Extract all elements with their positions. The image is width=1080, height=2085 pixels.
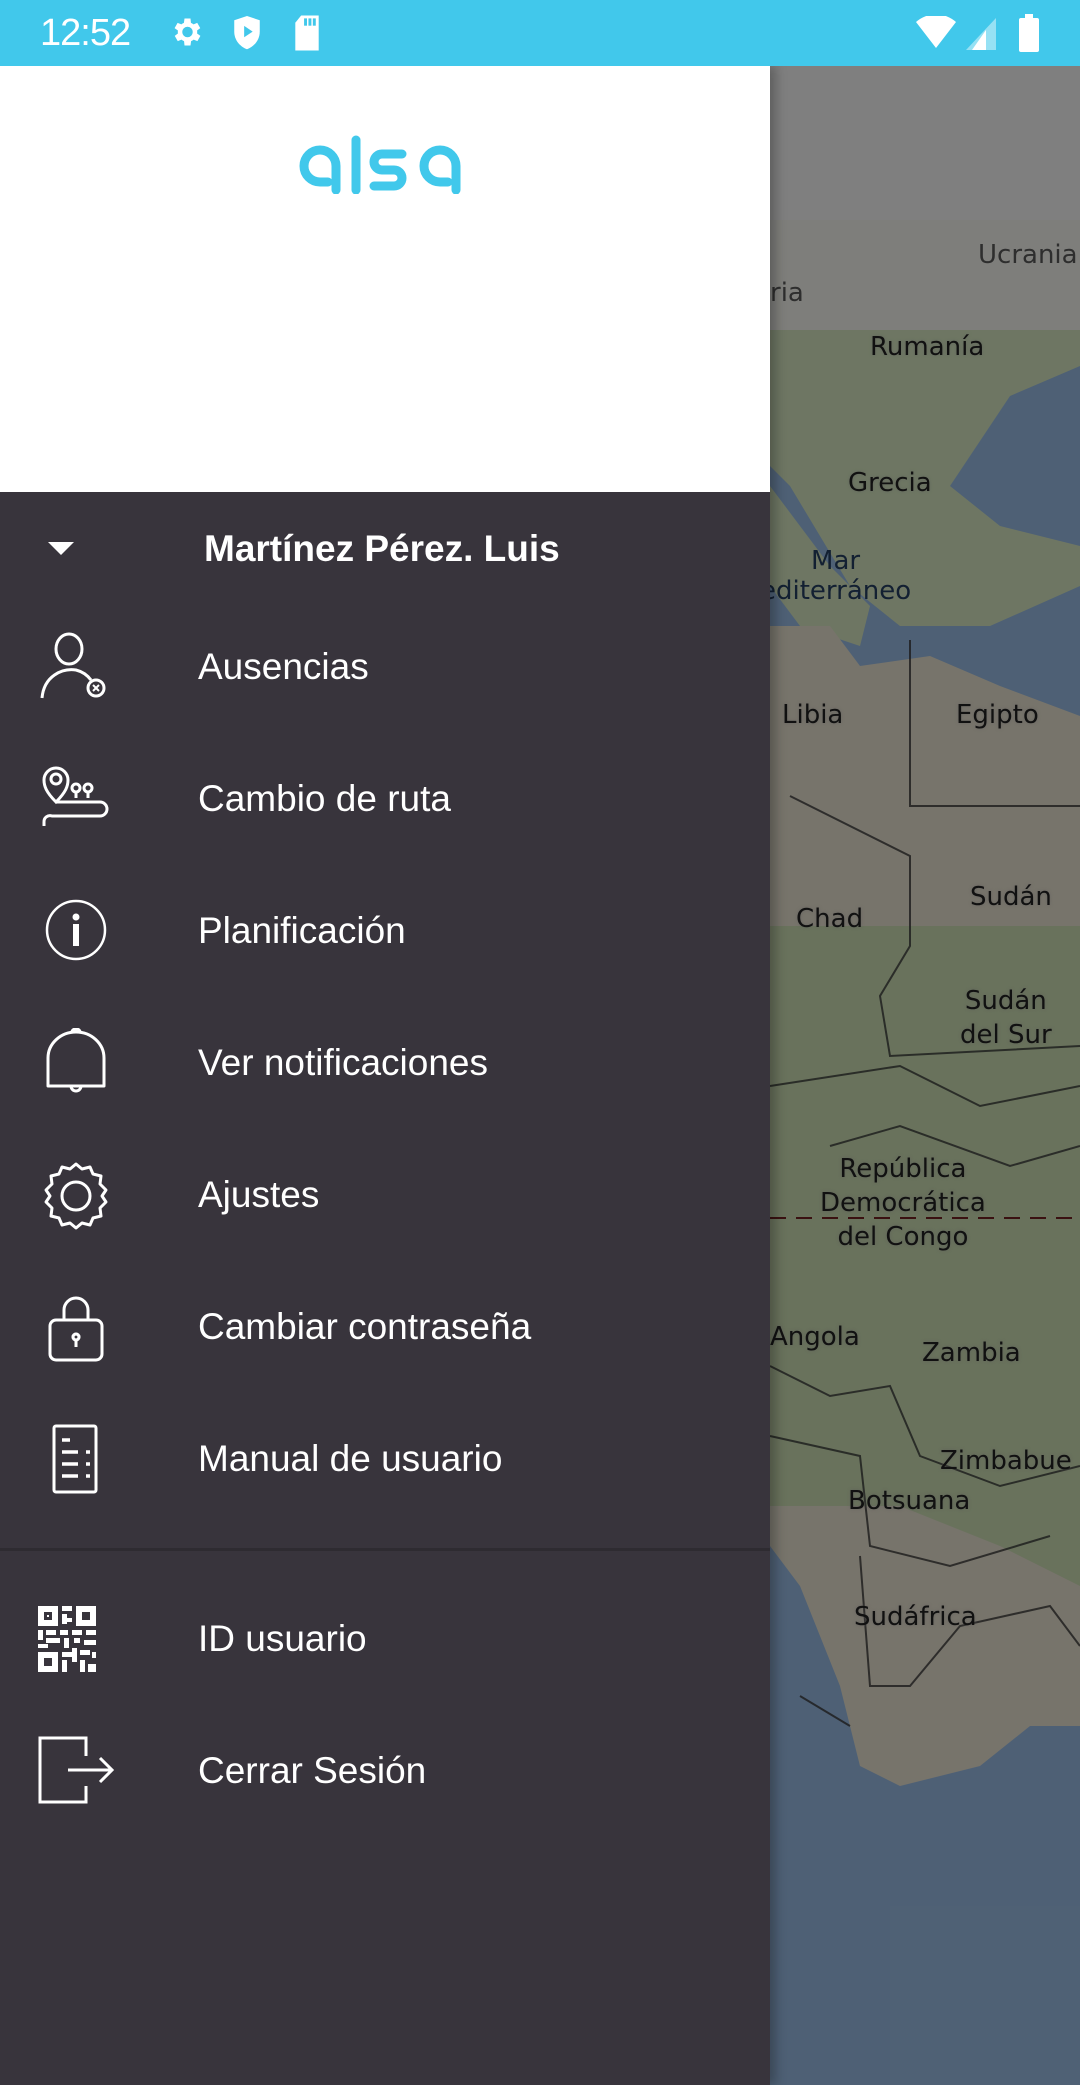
caret-down-icon[interactable]: [48, 542, 74, 555]
menu-item-label: Ausencias: [198, 646, 369, 687]
alsa-logo: [299, 135, 461, 194]
menu-divider: [0, 1548, 770, 1551]
info-icon: [38, 896, 114, 968]
menu-item-label: ID usuario: [198, 1618, 367, 1659]
menu-item-label: Planificación: [198, 910, 406, 951]
qr-code-icon: [38, 1604, 114, 1676]
settings-gear-icon: [38, 1160, 114, 1232]
menu-item-manual-de-usuario[interactable]: Manual de usuario: [0, 1404, 770, 1514]
status-bar: 12:52: [0, 0, 1080, 66]
sd-card-icon: [292, 14, 322, 57]
user-absence-icon: [38, 632, 114, 704]
menu-item-cerrar-sesion[interactable]: Cerrar Sesión: [0, 1716, 770, 1826]
menu-item-label: Ajustes: [198, 1174, 320, 1215]
navigation-drawer: Martínez Pérez. Luis Ausencias Cambio de…: [0, 66, 770, 2085]
cell-signal-icon: [964, 16, 998, 55]
menu-item-label: Ver notificaciones: [198, 1042, 489, 1083]
document-icon: [38, 1424, 114, 1496]
status-time: 12:52: [40, 12, 131, 54]
account-switcher[interactable]: Martínez Pérez. Luis: [0, 516, 770, 586]
gear-icon: [168, 14, 204, 55]
menu-item-ausencias[interactable]: Ausencias: [0, 612, 770, 722]
menu-item-planificacion[interactable]: Planificación: [0, 876, 770, 986]
drawer-header: [0, 66, 770, 492]
menu-item-ver-notificaciones[interactable]: Ver notificaciones: [0, 1008, 770, 1118]
wifi-icon: [914, 14, 958, 55]
bell-icon: [38, 1027, 114, 1100]
menu-item-label: Cambio de ruta: [198, 778, 451, 819]
account-name: Martínez Pérez. Luis: [204, 528, 560, 569]
menu-item-cambiar-contrasena[interactable]: Cambiar contraseña: [0, 1272, 770, 1382]
lock-icon: [38, 1292, 114, 1364]
menu-item-cambio-de-ruta[interactable]: Cambio de ruta: [0, 744, 770, 854]
route-change-icon: [38, 764, 114, 836]
menu-item-label: Cerrar Sesión: [198, 1750, 427, 1791]
menu-item-label: Manual de usuario: [198, 1438, 503, 1479]
shield-play-icon: [230, 14, 264, 57]
logout-icon: [38, 1736, 115, 1808]
menu-item-ajustes[interactable]: Ajustes: [0, 1140, 770, 1250]
battery-icon: [1018, 14, 1040, 57]
menu-item-id-usuario[interactable]: ID usuario: [0, 1584, 770, 1694]
menu-item-label: Cambiar contraseña: [198, 1306, 532, 1347]
